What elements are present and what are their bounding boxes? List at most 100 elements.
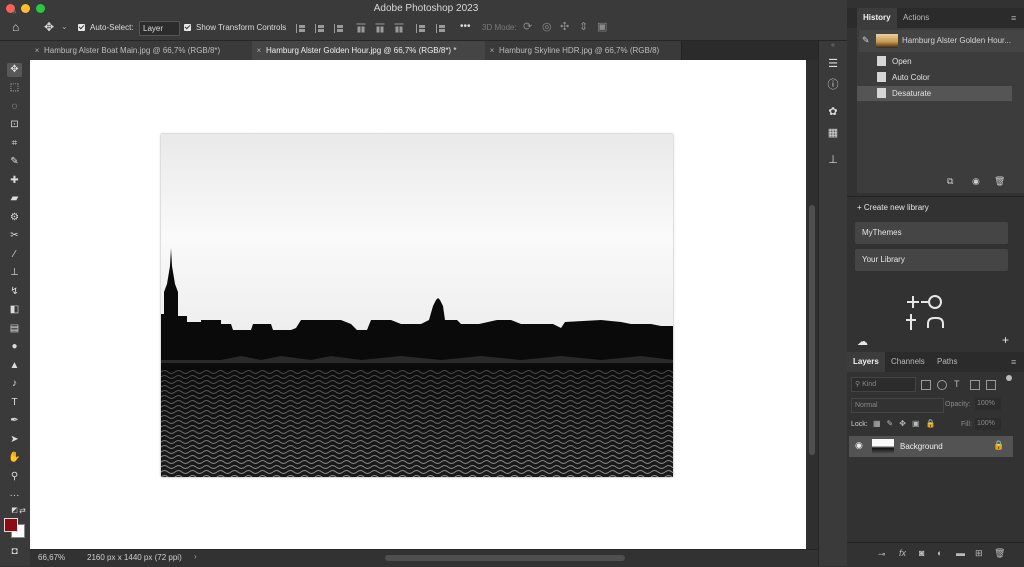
camera-icon[interactable]: ◉ — [972, 176, 980, 187]
properties-icon[interactable]: ⊥ — [826, 153, 840, 167]
blend-mode-select[interactable]: Normal — [851, 398, 944, 413]
new-group-icon[interactable]: ▬ — [956, 548, 965, 558]
library-your-library[interactable]: Your Library — [855, 249, 1008, 271]
add-mask-icon[interactable]: ◙ — [919, 548, 924, 558]
align-right-icon[interactable] — [334, 24, 344, 33]
move-tool-preset-icon[interactable]: ✥ — [44, 20, 54, 34]
tab-channels[interactable]: Channels — [885, 352, 931, 372]
eraser-tool-icon[interactable]: ◧ — [7, 303, 22, 317]
dock-collapse-icon[interactable]: « — [826, 39, 840, 53]
history-brush-source-icon[interactable]: ✎ — [862, 35, 870, 46]
tab-layers[interactable]: Layers — [847, 352, 885, 372]
lock-options-icon[interactable]: ▦✎✥▣🔒 — [873, 419, 941, 428]
marquee-tool-icon[interactable]: ⬚ — [7, 81, 22, 95]
info-icon[interactable]: ⓘ — [826, 78, 840, 92]
distribute-spacing-icon[interactable] — [436, 24, 446, 33]
document-canvas[interactable] — [30, 60, 806, 549]
auto-select-target-select[interactable]: Layer — [139, 21, 180, 36]
zoom-level[interactable]: 66,67% — [38, 553, 65, 562]
show-transform-checkbox[interactable] — [184, 24, 191, 31]
align-middle-icon[interactable] — [375, 23, 385, 34]
hand-tool-icon[interactable]: ✋ — [7, 451, 22, 465]
distribute-icon[interactable] — [416, 24, 426, 33]
close-tab-icon[interactable]: × — [30, 41, 44, 60]
align-center-icon[interactable] — [315, 24, 325, 33]
fill-input[interactable]: 100% — [975, 418, 1001, 430]
history-step-active[interactable]: Desaturate — [857, 86, 1012, 101]
path-selection-tool-icon[interactable]: ➤ — [7, 433, 22, 447]
filter-smart-object-icon[interactable] — [986, 380, 996, 390]
history-panel-menu-icon[interactable]: ≡ — [1011, 13, 1016, 23]
drag-3d-icon[interactable]: ✣ — [560, 20, 569, 33]
align-left-icon[interactable] — [296, 24, 306, 33]
horizontal-scroll-thumb[interactable] — [385, 555, 625, 561]
chevron-down-icon[interactable]: ⌄ — [61, 22, 68, 31]
close-tab-icon[interactable]: × — [485, 41, 499, 60]
foreground-color-swatch[interactable] — [4, 518, 18, 532]
link-layers-icon[interactable]: ⊸ — [878, 549, 886, 560]
layers-panel-menu-icon[interactable]: ≡ — [1011, 357, 1016, 367]
filter-shape-icon[interactable] — [970, 380, 980, 390]
quick-mask-icon[interactable]: ◘ — [7, 545, 22, 559]
history-step[interactable]: Open — [857, 54, 1010, 69]
new-document-from-state-icon[interactable]: ⧉ — [947, 176, 953, 187]
tab-actions[interactable]: Actions — [897, 8, 935, 28]
crop-tool-icon[interactable]: ⌗ — [7, 137, 22, 151]
create-library-button[interactable]: + Create new library — [857, 203, 929, 212]
close-tab-icon[interactable]: × — [252, 41, 266, 60]
history-step[interactable]: Auto Color — [857, 70, 1010, 85]
trash-icon[interactable]: 🗑 — [994, 176, 1005, 187]
scale-3d-icon[interactable]: ▣ — [597, 20, 607, 33]
swap-colors-icon[interactable]: ⇄ — [15, 504, 30, 518]
stamp-tool-icon[interactable]: ⊥ — [7, 266, 22, 280]
roll-3d-icon[interactable]: ◎ — [542, 20, 552, 33]
add-library-item-icon[interactable]: + — [1002, 333, 1009, 347]
layer-visibility-eye-icon[interactable]: ◉ — [855, 440, 863, 451]
brush-tool-2-icon[interactable]: ⁄ — [7, 248, 22, 262]
slide-3d-icon[interactable]: ⇕ — [579, 20, 588, 33]
more-options-icon[interactable]: ••• — [460, 21, 471, 32]
align-top-icon[interactable] — [356, 23, 366, 34]
layer-lock-icon[interactable]: 🔒 — [993, 440, 1004, 451]
zoom-tool-icon[interactable]: ⚲ — [7, 470, 22, 484]
type-tool-icon[interactable]: T — [7, 396, 22, 410]
adjustment-layer-icon[interactable]: ◐ — [937, 548, 942, 558]
layer-style-icon[interactable]: fx — [899, 548, 906, 558]
layer-filter-select[interactable]: ⚲ Kind — [851, 377, 916, 392]
filter-toggle-icon[interactable] — [1006, 375, 1012, 381]
home-icon[interactable]: ⌂ — [12, 20, 19, 34]
new-layer-icon[interactable]: ⊞ — [975, 548, 983, 559]
filter-pixel-icon[interactable] — [921, 380, 931, 390]
tab-history[interactable]: History — [857, 8, 897, 28]
adjustments-icon[interactable]: ☰ — [826, 57, 840, 71]
layer-row-background[interactable]: ◉ Background 🔒 — [849, 436, 1013, 457]
move-tool-icon[interactable]: ✥ — [7, 63, 22, 77]
status-menu-arrow-icon[interactable]: › — [194, 552, 197, 561]
vertical-scrollbar[interactable] — [806, 60, 818, 549]
art-history-brush-icon[interactable]: ↯ — [7, 285, 22, 299]
history-brush-tool-icon[interactable]: ✂ — [7, 229, 22, 243]
layer-name[interactable]: Background — [900, 442, 943, 451]
object-selection-tool-icon[interactable]: ⊡ — [7, 118, 22, 132]
filter-type-icon[interactable]: T — [954, 379, 960, 389]
toolbar-collapse-icon[interactable]: » — [7, 6, 22, 20]
dodge-tool-icon[interactable]: ♪ — [7, 377, 22, 391]
auto-select-checkbox[interactable] — [78, 24, 85, 31]
eyedropper-tool-icon[interactable]: ✎ — [7, 155, 22, 169]
tab-document-2[interactable]: × Hamburg Alster Golden Hour.jpg @ 66,7% … — [252, 41, 486, 60]
pen-tool-icon[interactable]: ✒ — [7, 414, 22, 428]
clone-stamp-tool-icon[interactable]: ⚙ — [7, 211, 22, 225]
more-tools-icon[interactable]: ··· — [7, 489, 22, 503]
library-mythemes[interactable]: MyThemes — [855, 222, 1008, 244]
opacity-input[interactable]: 100% — [975, 398, 1001, 410]
align-bottom-icon[interactable] — [394, 23, 404, 34]
lasso-tool-icon[interactable]: ◌ — [7, 100, 22, 114]
healing-brush-tool-icon[interactable]: ✚ — [7, 174, 22, 188]
tab-paths[interactable]: Paths — [931, 352, 963, 372]
swatches-grid-icon[interactable]: ▦ — [826, 126, 840, 140]
orbit-3d-icon[interactable]: ⟳ — [523, 20, 532, 33]
filter-adjustment-icon[interactable] — [937, 380, 947, 390]
tab-document-1[interactable]: × Hamburg Alster Boat Main.jpg @ 66,7% (R… — [30, 41, 253, 60]
blur-tool-icon[interactable]: ● — [7, 340, 22, 354]
brush-tool-icon[interactable]: ▰ — [7, 192, 22, 206]
